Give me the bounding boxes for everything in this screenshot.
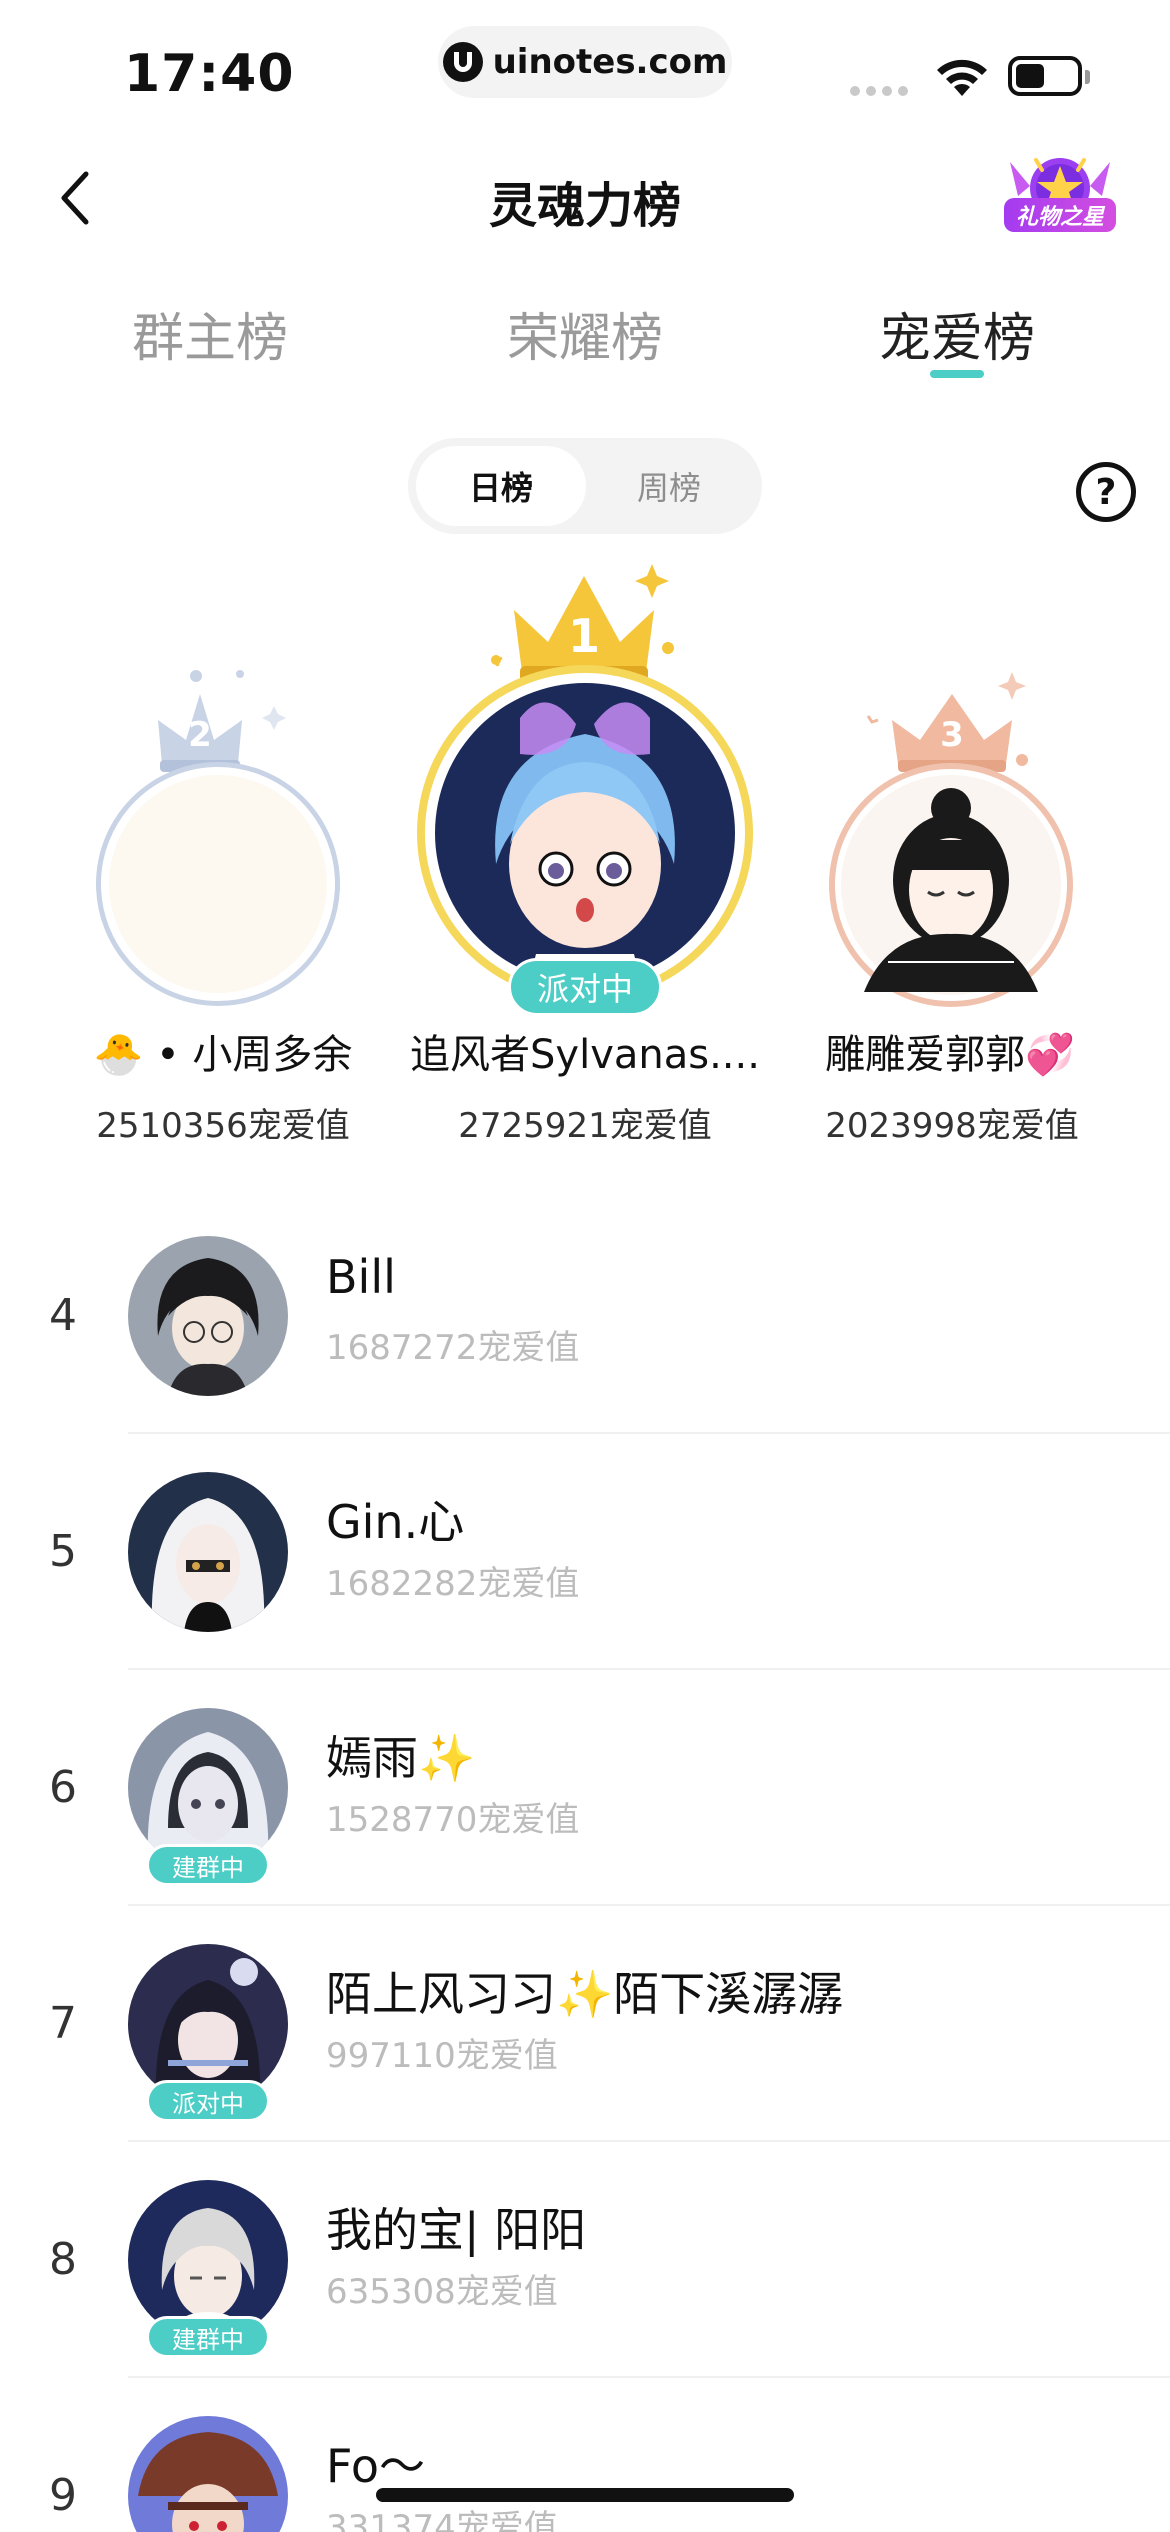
tab-glory[interactable]: 荣耀榜 bbox=[465, 296, 705, 371]
podium-name-3: 雕雕爱郭郭💞 bbox=[825, 1032, 1075, 1078]
status-bar: 17:40 uinotes.com bbox=[0, 0, 1170, 130]
podium-score-1: 2725921宠爱值 bbox=[458, 1106, 712, 1146]
list-status-badge: 派对中 bbox=[146, 2080, 270, 2122]
list-status-badge: 建群中 bbox=[146, 1844, 270, 1886]
podium-avatar-1[interactable] bbox=[416, 664, 754, 1002]
divider bbox=[128, 2140, 1170, 2142]
list-rank: 9 bbox=[49, 2470, 77, 2521]
leaderboard-tabs: 群主榜 荣耀榜 宠爱榜 bbox=[0, 296, 1170, 376]
podium-name-2: 🐣 • 小周多余 bbox=[93, 1032, 353, 1078]
cellular-signal-icon bbox=[850, 86, 908, 96]
podium-rank-2: 2 bbox=[188, 715, 212, 755]
list-score: 1528770宠爱值 bbox=[326, 1800, 580, 1840]
gift-star-label: 礼物之星 bbox=[1004, 198, 1116, 232]
list-avatar[interactable] bbox=[128, 2416, 288, 2532]
page-title: 灵魂力榜 bbox=[488, 178, 681, 234]
list-status-badge: 建群中 bbox=[146, 2316, 270, 2358]
divider bbox=[128, 1904, 1170, 1906]
divider bbox=[128, 2376, 1170, 2378]
list-score: 635308宠爱值 bbox=[326, 2272, 558, 2312]
list-name: Bill bbox=[326, 1250, 396, 1304]
podium-name-1: 追风者Sylvanas.... bbox=[410, 1032, 760, 1078]
help-button[interactable]: ? bbox=[1076, 462, 1136, 522]
battery-icon bbox=[1008, 56, 1090, 96]
segment-daily[interactable]: 日榜 bbox=[416, 446, 586, 526]
podium-score-3: 2023998宠爱值 bbox=[825, 1106, 1079, 1146]
period-segment: 日榜 周榜 bbox=[408, 438, 762, 534]
list-rank: 6 bbox=[49, 1762, 77, 1813]
tab-active-indicator bbox=[930, 370, 984, 378]
podium-rank-3: 3 bbox=[940, 715, 964, 755]
list-name: 陌上风习习✨陌下溪潺潺 bbox=[326, 1967, 844, 2021]
list-item[interactable]: 9 Fo～ 331374宠爱值 bbox=[0, 2380, 1170, 2532]
question-icon: ? bbox=[1095, 471, 1117, 513]
wifi-icon bbox=[937, 59, 987, 96]
list-name: 嫣雨✨ bbox=[326, 1731, 476, 1785]
podium-rank-1: 1 bbox=[568, 609, 600, 663]
segment-weekly[interactable]: 周榜 bbox=[584, 446, 754, 526]
status-time: 17:40 bbox=[124, 44, 295, 104]
list-score: 1682282宠爱值 bbox=[326, 1564, 580, 1604]
list-name: Fo～ bbox=[326, 2439, 425, 2493]
list-item[interactable]: 6 建群中 嫣雨✨ 1528770宠爱值 bbox=[0, 1672, 1170, 1908]
home-indicator[interactable] bbox=[376, 2488, 794, 2502]
list-name: 我的宝| 阳阳 bbox=[326, 2203, 587, 2257]
tab-favor[interactable]: 宠爱榜 bbox=[837, 296, 1077, 371]
podium-score-2: 2510356宠爱值 bbox=[96, 1106, 350, 1146]
list-rank: 4 bbox=[49, 1290, 77, 1341]
list-score: 997110宠爱值 bbox=[326, 2036, 558, 2076]
site-logo-icon bbox=[442, 42, 483, 82]
list-rank: 7 bbox=[49, 1998, 77, 2049]
list-item[interactable]: 5 Gin.心 1682282宠爱值 bbox=[0, 1436, 1170, 1672]
podium-avatar-2[interactable] bbox=[96, 762, 340, 1006]
podium-avatar-3[interactable] bbox=[828, 762, 1074, 1008]
list-score: 331374宠爱值 bbox=[326, 2508, 558, 2532]
list-rank: 5 bbox=[49, 1526, 77, 1577]
list-item[interactable]: 4 Bill 1687272宠爱值 bbox=[0, 1200, 1170, 1436]
url-pill[interactable]: uinotes.com bbox=[438, 26, 732, 98]
list-name: Gin.心 bbox=[326, 1495, 465, 1549]
podium-party-badge: 派对中 bbox=[508, 958, 662, 1016]
list-avatar[interactable] bbox=[128, 1472, 288, 1632]
list-item[interactable]: 7 派对中 陌上风习习✨陌下溪潺潺 997110宠爱值 bbox=[0, 1908, 1170, 2144]
divider bbox=[128, 1668, 1170, 1670]
list-score: 1687272宠爱值 bbox=[326, 1328, 580, 1368]
divider bbox=[128, 1432, 1170, 1434]
list-avatar[interactable] bbox=[128, 1236, 288, 1396]
url-text: uinotes.com bbox=[492, 42, 728, 82]
tab-group-owner[interactable]: 群主榜 bbox=[90, 296, 330, 371]
list-item[interactable]: 8 建群中 我的宝| 阳阳 635308宠爱值 bbox=[0, 2144, 1170, 2380]
list-rank: 8 bbox=[49, 2234, 77, 2285]
